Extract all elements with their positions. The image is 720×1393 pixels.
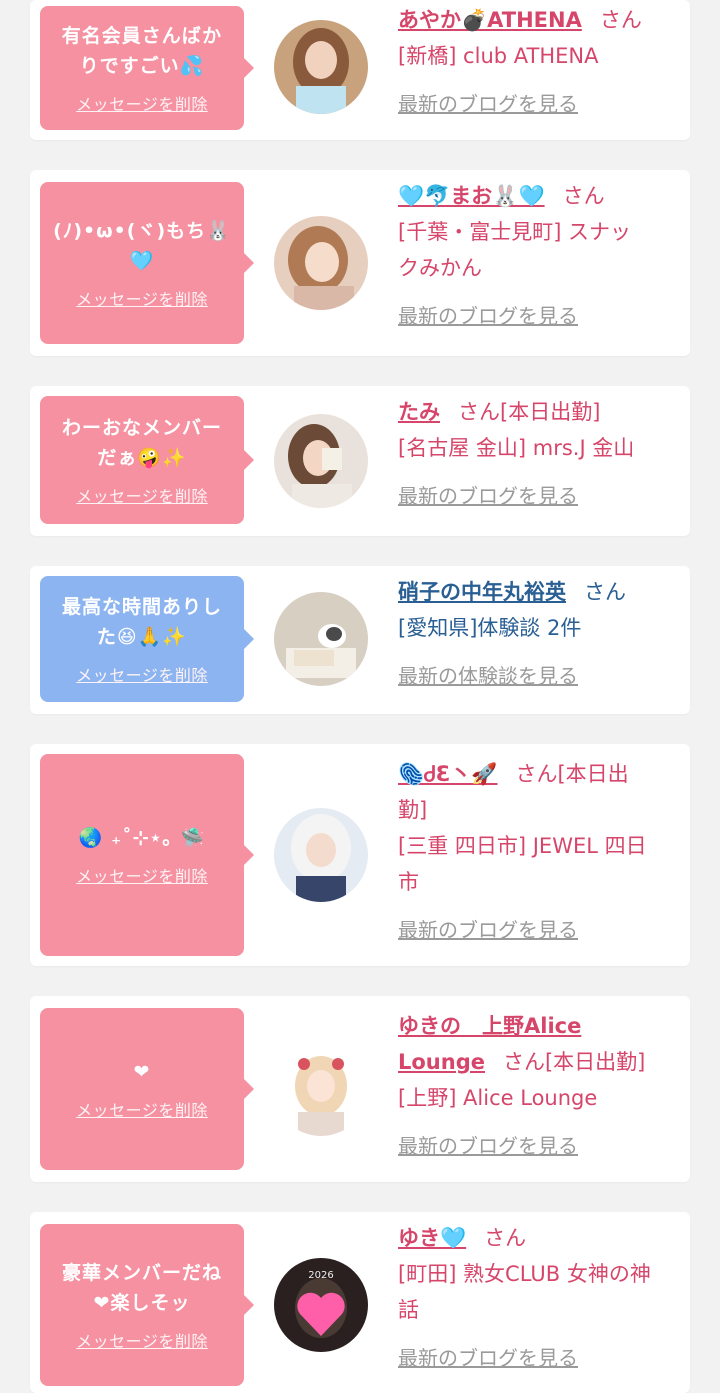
member-name-link-cont[interactable]: Lounge xyxy=(398,1050,485,1074)
member-name-link[interactable]: ゆきの 上野Alice xyxy=(398,1014,581,1038)
message-text: 🌏 ₊˚⊹⋆｡ 🛸 xyxy=(79,823,205,853)
message-bubble: わーおなメンバー だぁ🤪✨ メッセージを削除 xyxy=(40,396,254,524)
message-text: 有名会員さんばか りですごい💦 xyxy=(62,21,222,81)
avatar-photo: 2026 xyxy=(274,1258,368,1352)
avatar-photo xyxy=(274,20,368,114)
latest-blog-link[interactable]: 最新のブログを見る xyxy=(398,484,578,508)
latest-blog-link[interactable]: 最新のブログを見る xyxy=(398,92,578,116)
delete-message-link[interactable]: メッセージを削除 xyxy=(76,1328,208,1352)
avatar-photo xyxy=(274,592,368,686)
message-line: わーおなメンバー xyxy=(61,417,222,439)
message-line: 有名会員さんばか xyxy=(61,25,223,47)
latest-review-link[interactable]: 最新の体験談を見る xyxy=(398,664,578,688)
delete-message-link[interactable]: メッセージを削除 xyxy=(76,483,208,507)
member-suffix-cont: 勤] xyxy=(398,798,428,822)
member-location: クみかん xyxy=(398,256,482,280)
avatar-photo xyxy=(274,808,368,902)
member-suffix: さん[本日出勤] xyxy=(502,1050,646,1074)
member-location: [上野] Alice Lounge xyxy=(398,1086,598,1110)
member-suffix: さん xyxy=(599,8,642,32)
avatar-photo xyxy=(274,414,368,508)
message-bubble: 有名会員さんばか りですごい💦 メッセージを削除 xyxy=(40,6,254,130)
avatar-overlay-text: 2026 xyxy=(308,1270,333,1281)
message-line: (ﾉ)•ω•(ヾ)もち🐰 xyxy=(53,220,231,242)
member-location: 話 xyxy=(398,1298,419,1322)
member-suffix: さん xyxy=(484,1226,527,1250)
message-line: 🌏 ₊˚⊹⋆｡ 🛸 xyxy=(78,827,206,849)
member-location: [新橋] club ATHENA xyxy=(398,44,599,68)
message-line: 🩵 xyxy=(129,250,155,272)
message-bubble: ❤ メッセージを削除 xyxy=(40,1008,254,1170)
member-message-list: 有名会員さんばか りですごい💦 メッセージを削除 あやか💣ATHENA さん [新… xyxy=(0,0,720,1393)
member-name-link[interactable]: たみ xyxy=(398,400,440,424)
latest-blog-link[interactable]: 最新のブログを見る xyxy=(398,304,578,328)
member-suffix: さん xyxy=(562,184,605,208)
delete-message-link[interactable]: メッセージを削除 xyxy=(76,662,208,686)
latest-blog-link[interactable]: 最新のブログを見る xyxy=(398,1346,578,1370)
latest-blog-link[interactable]: 最新のブログを見る xyxy=(398,918,578,942)
member-location: 市 xyxy=(398,870,419,894)
message-text: (ﾉ)•ω•(ヾ)もち🐰 🩵 xyxy=(53,216,231,276)
avatar-photo xyxy=(274,1042,368,1136)
message-line: りですごい💦 xyxy=(79,55,205,77)
member-location: [三重 四日市] JEWEL 四日 xyxy=(398,834,647,858)
delete-message-link[interactable]: メッセージを削除 xyxy=(76,1097,208,1121)
member-suffix: さん xyxy=(584,580,626,604)
list-item: (ﾉ)•ω•(ヾ)もち🐰 🩵 メッセージを削除 🩵🐬まお🐰🩵 さん [千葉・富士見… xyxy=(30,170,690,356)
member-name-link[interactable]: あやか💣ATHENA xyxy=(398,8,582,32)
member-name-link[interactable]: 🫆ᏧƐ丶🚀 xyxy=(398,762,497,786)
avatar[interactable]: 2026 xyxy=(274,1258,368,1352)
member-name-link[interactable]: 🩵🐬まお🐰🩵 xyxy=(398,184,545,208)
message-line: ❤ xyxy=(133,1061,151,1083)
delete-message-link[interactable]: メッセージを削除 xyxy=(76,91,208,115)
avatar[interactable] xyxy=(274,414,368,508)
member-location: [名古屋 金山] mrs.J 金山 xyxy=(398,436,635,460)
message-line: た😆🙏✨ xyxy=(96,626,188,648)
message-line: 豪華メンバーだね xyxy=(61,1262,222,1284)
message-bubble: 最高な時間ありし た😆🙏✨ メッセージを削除 xyxy=(40,576,254,702)
message-text: ❤ xyxy=(134,1057,151,1087)
member-location: [町田] 熟女CLUB 女神の神 xyxy=(398,1262,651,1286)
message-bubble: 🌏 ₊˚⊹⋆｡ 🛸 メッセージを削除 xyxy=(40,754,254,956)
message-bubble: 豪華メンバーだね ❤楽しそッ メッセージを削除 xyxy=(40,1224,254,1386)
avatar-photo xyxy=(274,216,368,310)
list-item: ❤ メッセージを削除 ゆきの 上野Alice Lounge さん[本日出勤] [上… xyxy=(30,996,690,1182)
member-name-link[interactable]: 硝子の中年丸裕英 xyxy=(398,580,566,604)
member-location: [愛知県]体験談 2件 xyxy=(398,616,582,640)
message-line: だぁ🤪✨ xyxy=(97,447,187,469)
member-name-link[interactable]: ゆき🩵 xyxy=(398,1226,466,1250)
latest-blog-link[interactable]: 最新のブログを見る xyxy=(398,1134,578,1158)
delete-message-link[interactable]: メッセージを削除 xyxy=(76,286,208,310)
message-text: 最高な時間ありし た😆🙏✨ xyxy=(62,592,222,652)
avatar[interactable] xyxy=(274,808,368,902)
list-item: 豪華メンバーだね ❤楽しそッ メッセージを削除 2026 ゆき🩵 さん [町田] … xyxy=(30,1212,690,1393)
message-line: 最高な時間ありし xyxy=(61,596,222,618)
list-item: わーおなメンバー だぁ🤪✨ メッセージを削除 たみ さん[本日出勤] [名古屋 金… xyxy=(30,386,690,536)
avatar[interactable] xyxy=(274,592,368,686)
list-item: 🌏 ₊˚⊹⋆｡ 🛸 メッセージを削除 🫆ᏧƐ丶🚀 さん[本日出 勤] [三重 四日… xyxy=(30,744,690,966)
avatar[interactable] xyxy=(274,216,368,310)
avatar[interactable] xyxy=(274,1042,368,1136)
list-item: 最高な時間ありし た😆🙏✨ メッセージを削除 硝子の中年丸裕英 さん [愛知県]体… xyxy=(30,566,690,714)
member-location: [千葉・富士見町] スナッ xyxy=(398,220,632,244)
message-bubble: (ﾉ)•ω•(ヾ)もち🐰 🩵 メッセージを削除 xyxy=(40,182,254,344)
message-line: ❤楽しそッ xyxy=(93,1292,191,1314)
delete-message-link[interactable]: メッセージを削除 xyxy=(76,863,208,887)
message-text: わーおなメンバー だぁ🤪✨ xyxy=(62,413,222,473)
avatar[interactable] xyxy=(274,20,368,114)
member-suffix: さん[本日出勤] xyxy=(458,400,601,424)
message-text: 豪華メンバーだね ❤楽しそッ xyxy=(62,1258,222,1318)
member-suffix: さん[本日出 xyxy=(515,762,629,786)
list-item: 有名会員さんばか りですごい💦 メッセージを削除 あやか💣ATHENA さん [新… xyxy=(30,0,690,140)
